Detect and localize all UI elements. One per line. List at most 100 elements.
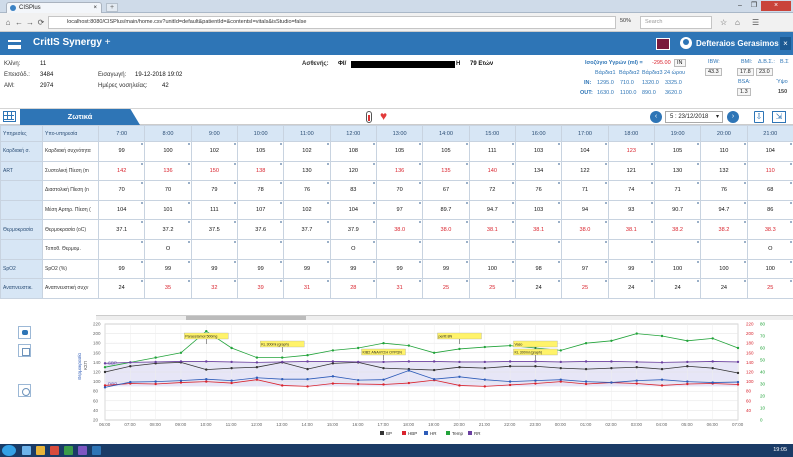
browser-tab[interactable]: CISPlus × xyxy=(6,2,102,13)
browser-search-input[interactable]: Search xyxy=(640,16,712,29)
table-cell[interactable]: 86 xyxy=(746,199,793,221)
table-cell[interactable] xyxy=(561,238,609,260)
table-cell[interactable]: 70 xyxy=(144,180,192,201)
table-cell[interactable]: 99 xyxy=(190,258,238,280)
column-header[interactable]: 15:00 xyxy=(468,125,516,142)
table-cell[interactable]: 38.1 xyxy=(468,219,516,240)
table-cell[interactable]: 76 xyxy=(514,180,563,201)
table-cell[interactable]: 25 xyxy=(746,278,793,299)
table-cell[interactable]: 99 xyxy=(97,141,146,162)
table-cell[interactable]: 90.7 xyxy=(653,199,702,221)
table-cell[interactable]: 68 xyxy=(746,180,793,201)
taskbar-app-icon[interactable] xyxy=(64,446,73,455)
table-cell[interactable]: 122 xyxy=(561,160,609,182)
window-close-button[interactable]: × xyxy=(761,1,791,11)
table-cell[interactable]: 25 xyxy=(422,278,470,299)
table-cell[interactable]: 102 xyxy=(283,199,331,221)
table-cell[interactable]: 25 xyxy=(468,278,516,299)
table-cell[interactable]: 72 xyxy=(468,180,516,201)
table-cell[interactable]: 99 xyxy=(283,258,331,280)
table-cell[interactable]: 134 xyxy=(514,160,563,182)
table-cell[interactable]: 83 xyxy=(329,180,377,201)
table-cell[interactable]: 37.9 xyxy=(329,219,377,240)
table-cell[interactable]: 120 xyxy=(329,160,377,182)
table-cell[interactable]: 107 xyxy=(236,199,285,221)
monitor-icon[interactable] xyxy=(656,38,670,50)
table-cell[interactable]: 32 xyxy=(190,278,238,299)
table-cell[interactable]: 24 xyxy=(653,278,702,299)
taskbar-app-icon[interactable] xyxy=(92,446,101,455)
table-cell[interactable] xyxy=(700,238,748,260)
taskbar-app-icon[interactable] xyxy=(78,446,87,455)
table-cell[interactable] xyxy=(607,238,655,260)
column-header[interactable]: 21:00 xyxy=(746,125,793,142)
column-header[interactable]: 20:00 xyxy=(700,125,748,142)
user-name[interactable]: Defteraios Gerasimos xyxy=(696,39,779,48)
new-tab-button[interactable]: + xyxy=(106,3,118,12)
table-cell[interactable]: 35 xyxy=(144,278,192,299)
next-date-button[interactable]: › xyxy=(727,111,739,123)
start-button-icon[interactable] xyxy=(2,445,16,456)
table-cell[interactable]: 24 xyxy=(700,278,748,299)
table-cell[interactable]: 135 xyxy=(422,160,470,182)
column-header[interactable]: Υπηρεσίες xyxy=(0,125,43,142)
table-cell[interactable]: 38.0 xyxy=(375,219,424,240)
url-input[interactable]: localhost:8080/CISPlus/main/home.csv?uni… xyxy=(48,16,616,29)
table-cell[interactable]: 31 xyxy=(283,278,331,299)
table-cell[interactable]: 28 xyxy=(329,278,377,299)
table-cell[interactable]: 142 xyxy=(97,160,146,182)
table-cell[interactable]: 103 xyxy=(514,141,563,162)
table-cell[interactable]: 25 xyxy=(561,278,609,299)
table-cell[interactable]: O xyxy=(144,238,192,260)
column-header[interactable]: 19:00 xyxy=(653,125,702,142)
table-cell[interactable]: 104 xyxy=(746,141,793,162)
zoom-level[interactable]: 50% xyxy=(620,18,631,24)
table-cell[interactable]: 74 xyxy=(607,180,655,201)
table-cell[interactable]: 108 xyxy=(329,141,377,162)
table-cell[interactable]: 98 xyxy=(514,258,563,280)
home-button-icon[interactable]: ⌂ xyxy=(3,17,13,28)
table-cell[interactable]: 99 xyxy=(329,258,377,280)
table-cell[interactable] xyxy=(375,238,424,260)
table-cell[interactable]: 76 xyxy=(700,180,748,201)
table-cell[interactable]: 111 xyxy=(190,199,238,221)
thermometer-icon[interactable] xyxy=(366,111,372,123)
heart-rate-icon[interactable]: ♥ xyxy=(380,110,387,123)
table-cell[interactable]: 110 xyxy=(746,160,793,182)
window-minimize-button[interactable]: – xyxy=(734,2,746,10)
table-cell[interactable]: 78 xyxy=(236,180,285,201)
table-cell[interactable]: 97 xyxy=(561,258,609,280)
table-cell[interactable]: 71 xyxy=(653,180,702,201)
column-header[interactable]: 9:00 xyxy=(190,125,238,142)
table-cell[interactable] xyxy=(236,238,285,260)
table-cell[interactable]: 99 xyxy=(97,258,146,280)
table-cell[interactable]: 130 xyxy=(283,160,331,182)
table-cell[interactable]: 105 xyxy=(375,141,424,162)
column-header[interactable]: 8:00 xyxy=(144,125,192,142)
column-header[interactable]: 13:00 xyxy=(375,125,424,142)
app-close-button[interactable]: × xyxy=(780,37,791,50)
table-cell[interactable]: 89.7 xyxy=(422,199,470,221)
home-icon[interactable]: ⌂ xyxy=(735,18,740,27)
table-cell[interactable]: 103 xyxy=(514,199,563,221)
table-cell[interactable]: 104 xyxy=(97,199,146,221)
table-cell[interactable]: 105 xyxy=(236,141,285,162)
column-header[interactable]: 16:00 xyxy=(514,125,563,142)
table-cell[interactable]: 130 xyxy=(653,160,702,182)
table-cell[interactable]: 24 xyxy=(607,278,655,299)
table-cell[interactable]: 37.1 xyxy=(97,219,146,240)
table-cell[interactable]: 136 xyxy=(144,160,192,182)
table-cell[interactable]: 138 xyxy=(236,160,285,182)
column-header[interactable]: 17:00 xyxy=(561,125,609,142)
table-cell[interactable]: 102 xyxy=(190,141,238,162)
taskbar-app-icon[interactable] xyxy=(50,446,59,455)
grid-view-icon[interactable] xyxy=(3,111,16,122)
table-cell[interactable]: 100 xyxy=(144,141,192,162)
table-cell[interactable]: 102 xyxy=(283,141,331,162)
column-header[interactable]: 18:00 xyxy=(607,125,655,142)
table-cell[interactable]: 31 xyxy=(375,278,424,299)
column-header[interactable]: Υπο-υπηρεσία xyxy=(42,125,99,142)
column-header[interactable]: 10:00 xyxy=(236,125,285,142)
table-cell[interactable]: 38.2 xyxy=(653,219,702,240)
table-cell[interactable] xyxy=(514,238,563,260)
